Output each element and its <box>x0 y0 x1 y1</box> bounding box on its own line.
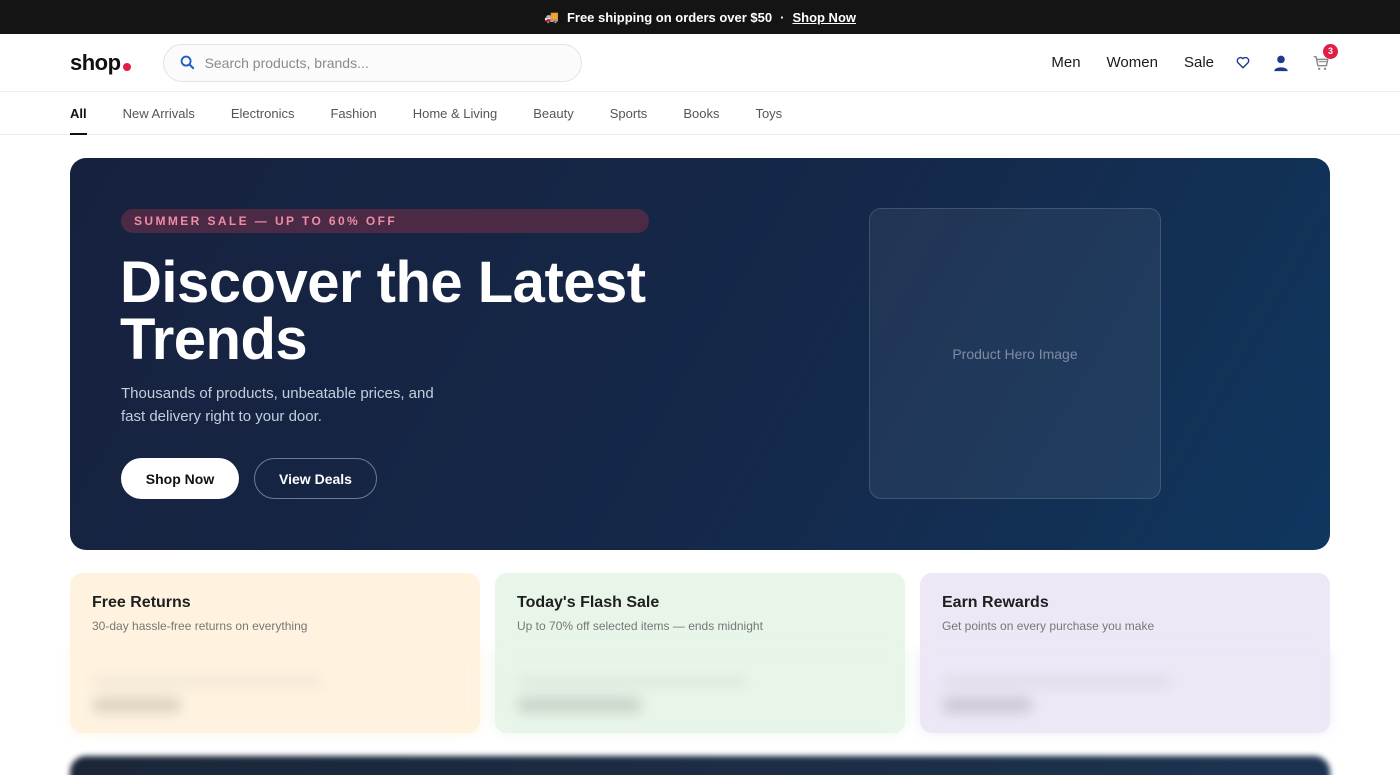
search-bar[interactable] <box>162 43 582 82</box>
ghost-button <box>942 697 1032 713</box>
hero-banner: SUMMER SALE — UP TO 60% OFF Discover the… <box>70 158 1330 550</box>
promo-description: Up to 70% off selected items — ends midn… <box>517 619 763 633</box>
category-tab-home-living[interactable]: Home & Living <box>413 92 498 134</box>
next-section-preview <box>70 756 1330 775</box>
category-tab-all[interactable]: All <box>70 92 87 135</box>
cart-count-badge: 3 <box>1323 43 1338 59</box>
ghost-line <box>92 677 322 687</box>
truck-icon: 🚚 <box>543 10 559 24</box>
promo-title: Today's Flash Sale <box>517 594 660 611</box>
announcement-shop-now-link[interactable]: Shop Now <box>792 10 856 25</box>
category-tab-electronics[interactable]: Electronics <box>231 92 295 134</box>
promo-fade <box>70 651 480 733</box>
product-hero-image: Product Hero Image <box>869 208 1161 499</box>
hero-image-label: Product Hero Image <box>952 345 1078 362</box>
category-tab-new-arrivals[interactable]: New Arrivals <box>123 92 195 134</box>
header-nav: Men Women Sale 3 <box>1051 43 1338 72</box>
promo-fade <box>920 651 1330 733</box>
promo-description: Get points on every purchase you make <box>942 619 1155 633</box>
hero-subtitle: Thousands of products, unbeatable prices… <box>121 385 434 425</box>
nav-sale[interactable]: Sale <box>1184 54 1214 71</box>
promo-card-earn-rewards[interactable]: Earn Rewards Get points on every purchas… <box>920 573 1330 733</box>
announcement-bar: 🚚 Free shipping on orders over $50 · Sho… <box>0 0 1400 34</box>
ghost-button <box>517 697 642 713</box>
category-tab-books[interactable]: Books <box>683 92 719 134</box>
category-tab-fashion[interactable]: Fashion <box>330 92 376 134</box>
category-tab-beauty[interactable]: Beauty <box>533 92 573 134</box>
search-input[interactable] <box>204 54 545 71</box>
category-nav: All New Arrivals Electronics Fashion Hom… <box>0 92 1400 135</box>
category-tab-sports[interactable]: Sports <box>610 92 648 134</box>
category-tab-toys[interactable]: Toys <box>755 92 782 134</box>
account-button[interactable] <box>1272 54 1290 72</box>
ghost-button <box>92 697 182 713</box>
search-icon <box>180 55 194 70</box>
site-header: shop Men Women Sale <box>0 34 1400 92</box>
ghost-line <box>942 677 1172 687</box>
shop-now-button[interactable]: Shop Now <box>121 458 239 499</box>
logo-dot <box>122 62 131 71</box>
promo-card-free-returns[interactable]: Free Returns 30-day hassle-free returns … <box>70 573 480 733</box>
announcement-text: Free shipping on orders over $50 <box>566 9 773 25</box>
hero-title: Discover the Latest Trends <box>120 250 646 372</box>
user-icon <box>1274 55 1288 71</box>
nav-women[interactable]: Women <box>1107 54 1158 71</box>
nav-men[interactable]: Men <box>1051 54 1080 71</box>
promo-title: Free Returns <box>92 594 191 611</box>
promo-description: 30-day hassle-free returns on everything <box>92 619 308 633</box>
wishlist-button[interactable] <box>1236 56 1250 69</box>
view-deals-button[interactable]: View Deals <box>254 458 377 499</box>
heart-icon <box>1236 56 1250 69</box>
logo[interactable]: shop <box>70 50 131 76</box>
promo-title: Earn Rewards <box>942 594 1049 611</box>
logo-text: shop <box>70 49 121 75</box>
promo-card-flash-sale[interactable]: Today's Flash Sale Up to 70% off selecte… <box>495 573 905 733</box>
announcement-separator: · <box>780 9 785 25</box>
ghost-line <box>517 677 747 687</box>
sale-pill: SUMMER SALE — UP TO 60% OFF <box>121 209 649 233</box>
cart-button[interactable]: 3 <box>1312 43 1338 72</box>
promo-fade <box>495 651 905 733</box>
